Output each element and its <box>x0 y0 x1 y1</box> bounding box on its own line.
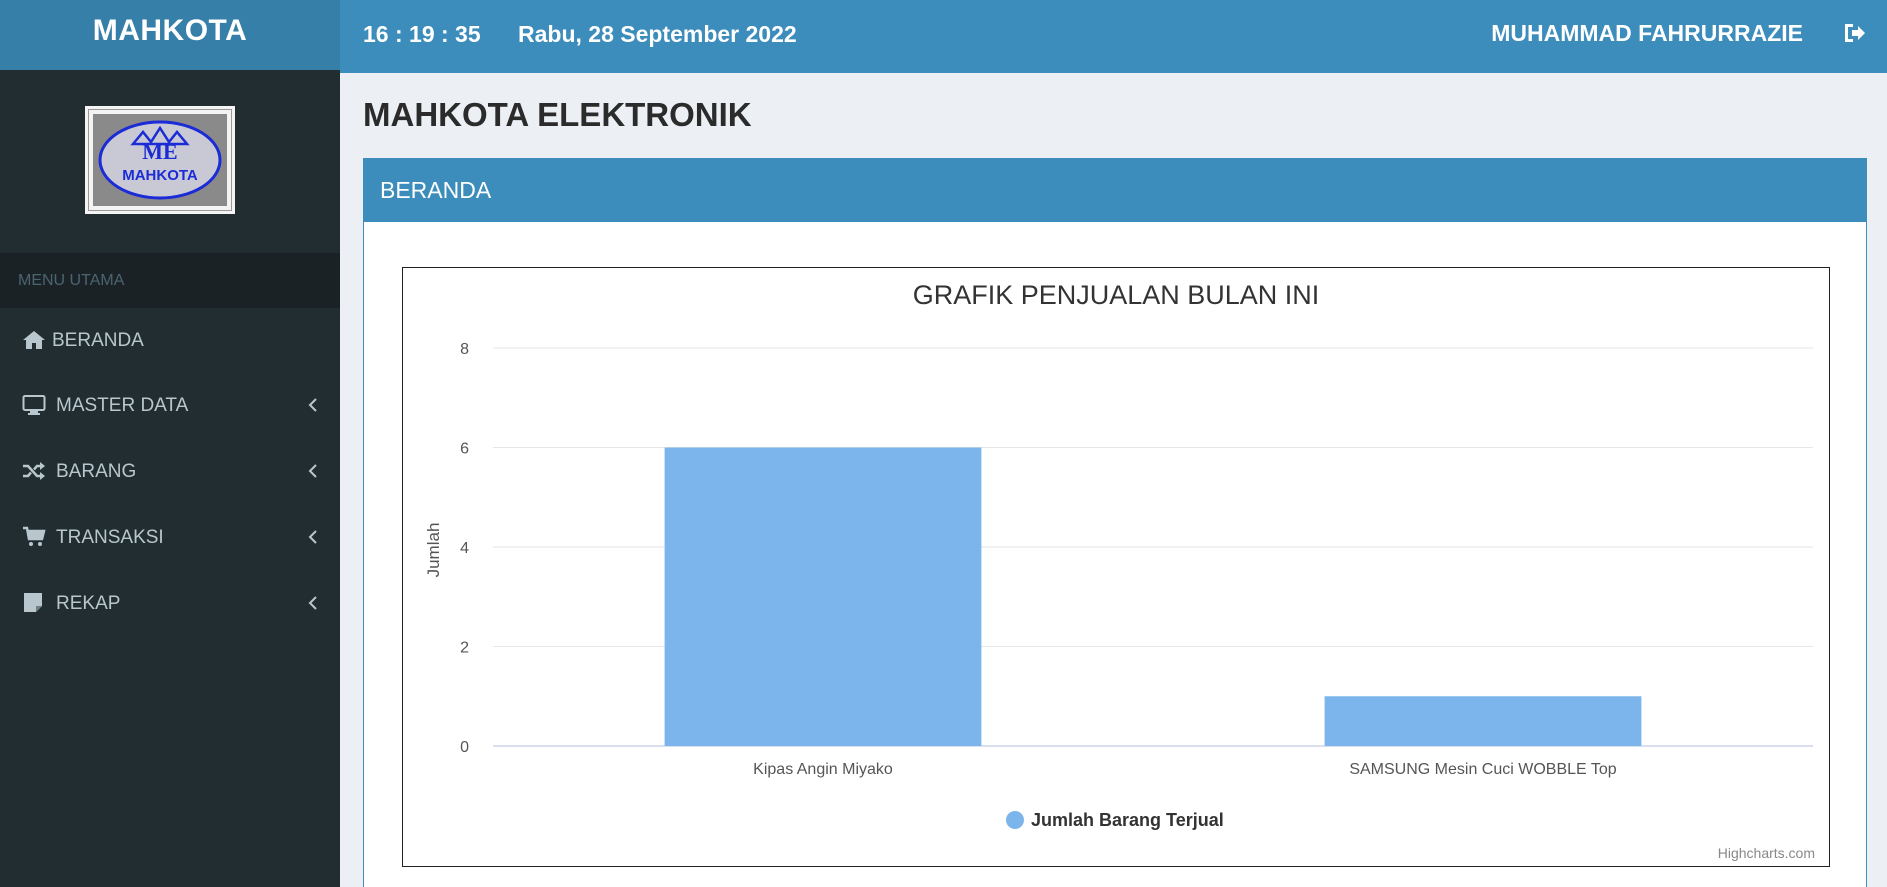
desktop-icon <box>22 395 46 415</box>
legend-item[interactable]: Jumlah Barang Terjual <box>1006 810 1224 830</box>
sidebar: ME MAHKOTA MENU UTAMA BERANDA MASTER DAT… <box>0 70 340 887</box>
home-icon <box>23 331 45 349</box>
box-title: BERANDA <box>364 159 1866 222</box>
sidebar-item-label: BERANDA <box>52 330 144 351</box>
x-tick-label: Kipas Angin Miyako <box>753 761 893 778</box>
user-name[interactable]: MUHAMMAD FAHRURRAZIE <box>1491 0 1803 66</box>
chart-bar[interactable] <box>664 447 982 747</box>
sidebar-item-label: BARANG <box>56 461 137 482</box>
date: Rabu, 28 September 2022 <box>518 21 797 47</box>
chart-container: GRAFIK PENJUALAN BULAN INI Jumlah 02468 … <box>402 267 1830 867</box>
logout-icon[interactable] <box>1843 22 1867 44</box>
sidebar-item-label: REKAP <box>56 593 121 614</box>
content-box: BERANDA GRAFIK PENJUALAN BULAN INI Jumla… <box>363 158 1867 887</box>
chevron-left-icon <box>308 596 317 610</box>
sidebar-item-master-data[interactable]: MASTER DATA <box>0 373 340 439</box>
clock: 16 : 19 : 35 <box>363 21 481 47</box>
x-tick-label: SAMSUNG Mesin Cuci WOBBLE Top <box>1349 761 1616 778</box>
page-title: MAHKOTA ELEKTRONIK <box>363 96 752 133</box>
sidebar-item-label: TRANSAKSI <box>56 527 164 548</box>
sidebar-item-label: MASTER DATA <box>56 395 189 416</box>
logo-emblem: ME MAHKOTA <box>93 114 227 206</box>
sidebar-item-rekap[interactable]: REKAP <box>0 571 340 637</box>
y-tick-label: 8 <box>460 341 469 358</box>
chart-credits[interactable]: Highcharts.com <box>1718 845 1815 861</box>
chevron-left-icon <box>308 464 317 478</box>
chevron-left-icon <box>308 398 317 412</box>
sidebar-item-transaksi[interactable]: TRANSAKSI <box>0 505 340 571</box>
cart-icon <box>23 526 46 546</box>
y-tick-label: 4 <box>460 540 469 557</box>
chart-y-axis-label: Jumlah <box>424 523 443 578</box>
chart-title: GRAFIK PENJUALAN BULAN INI <box>913 280 1320 310</box>
random-icon <box>23 462 45 480</box>
chevron-left-icon <box>308 530 317 544</box>
y-tick-label: 6 <box>460 441 469 458</box>
chart-bar[interactable] <box>1324 696 1642 746</box>
y-tick-label: 2 <box>460 640 469 657</box>
y-tick-label: 0 <box>460 739 469 756</box>
menu-header: MENU UTAMA <box>0 253 340 308</box>
logo-monogram: ME <box>142 139 177 164</box>
legend-symbol <box>1006 811 1024 829</box>
note-icon <box>24 593 42 612</box>
legend-label: Jumlah Barang Terjual <box>1031 810 1224 830</box>
sidebar-item-beranda[interactable]: BERANDA <box>0 308 340 374</box>
bar-chart: GRAFIK PENJUALAN BULAN INI Jumlah 02468 … <box>424 280 1815 861</box>
company-logo: ME MAHKOTA <box>85 106 235 214</box>
sidebar-item-barang[interactable]: BARANG <box>0 439 340 505</box>
top-navbar: 16 : 19 : 35 Rabu, 28 September 2022 MUH… <box>340 0 1887 73</box>
logo-text: MAHKOTA <box>122 167 198 184</box>
brand-logo[interactable]: MAHKOTA <box>0 0 340 70</box>
